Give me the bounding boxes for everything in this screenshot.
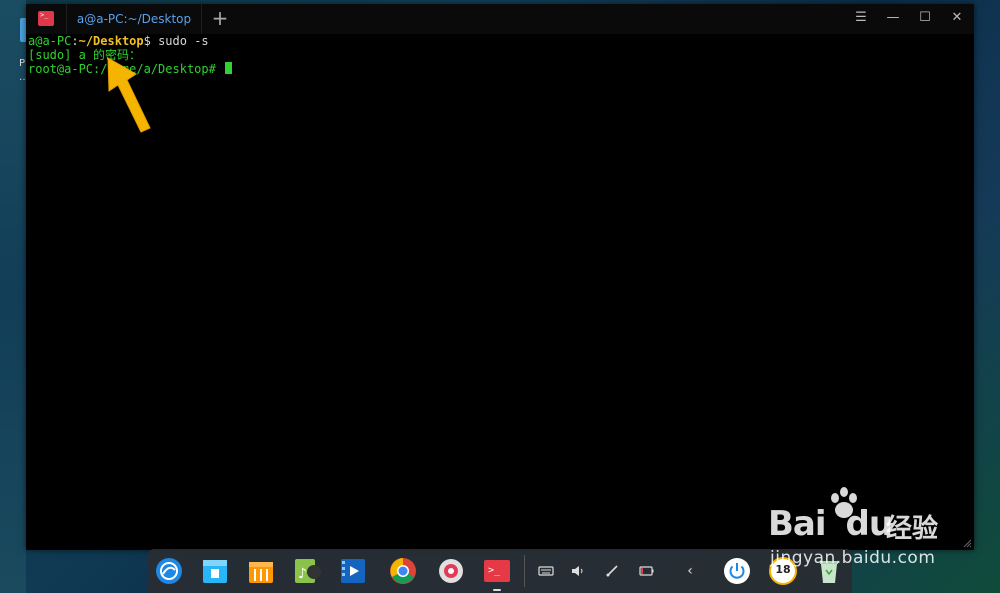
dock: ♪ >_ ‹ 18: [148, 549, 852, 593]
svg-text:>_: >_: [488, 565, 501, 576]
terminal-output[interactable]: a@a-PC:~/Desktop$ sudo -s [sudo] a 的密码： …: [26, 34, 976, 76]
tab-desktop[interactable]: a@a-PC:~/Desktop: [66, 4, 202, 34]
baidu-brand-text: Bai du: [768, 504, 893, 544]
prompt-path: ~/Desktop: [78, 34, 144, 48]
settings-icon[interactable]: [436, 556, 466, 586]
prompt-symbol: $: [143, 34, 159, 48]
add-tab-button[interactable]: +: [208, 4, 232, 34]
keyboard-icon[interactable]: [536, 561, 556, 581]
resize-grip-icon[interactable]: [962, 538, 972, 548]
prompt-user: a@a-PC: [28, 34, 72, 48]
tray-expand-chevron-icon[interactable]: ‹: [680, 561, 700, 581]
terminal-window: >_ a@a-PC:~/Desktop + ☰ — ☐ ✕ a@a-PC:~/D…: [26, 4, 974, 550]
text-cursor: [225, 62, 233, 74]
maximize-button[interactable]: ☐: [912, 4, 938, 32]
active-indicator: [493, 589, 501, 591]
minimize-button[interactable]: —: [880, 4, 906, 32]
jingyan-text: 经验: [886, 514, 939, 544]
terminal-line-3: root@a-PC:/home/a/Desktop#: [28, 62, 976, 76]
titlebar: >_ a@a-PC:~/Desktop + ☰ — ☐ ✕: [26, 4, 974, 34]
terminal-app-icon: >_: [38, 11, 54, 26]
battery-icon[interactable]: [636, 561, 656, 581]
launcher-icon[interactable]: [154, 556, 184, 586]
desktop-background: [0, 0, 26, 593]
power-icon[interactable]: [722, 556, 752, 586]
close-button[interactable]: ✕: [944, 4, 970, 32]
network-icon[interactable]: [602, 561, 622, 581]
terminal-icon[interactable]: >_: [482, 556, 512, 586]
annotation-arrow-icon: [107, 57, 151, 133]
app-store-icon[interactable]: [246, 556, 276, 586]
watermark-url: jingyan.baidu.com: [770, 548, 936, 568]
menu-button[interactable]: ☰: [848, 4, 874, 32]
prompt-separator: :: [71, 34, 79, 48]
file-manager-icon[interactable]: [200, 556, 230, 586]
volume-icon[interactable]: [568, 561, 588, 581]
terminal-line-2: [sudo] a 的密码：: [28, 48, 142, 62]
brand-part: Bai: [768, 504, 827, 544]
chrome-icon[interactable]: [388, 556, 418, 586]
terminal-line-1: a@a-PC:~/Desktop$ sudo -s: [28, 34, 976, 48]
svg-text:♪: ♪: [298, 566, 307, 582]
baidu-watermark: Bai du 经验 jingyan.baidu.com: [768, 486, 958, 572]
video-icon[interactable]: [338, 556, 368, 586]
music-icon[interactable]: ♪: [292, 556, 322, 586]
dock-separator: [524, 555, 525, 587]
command-text: sudo -s: [158, 34, 209, 48]
